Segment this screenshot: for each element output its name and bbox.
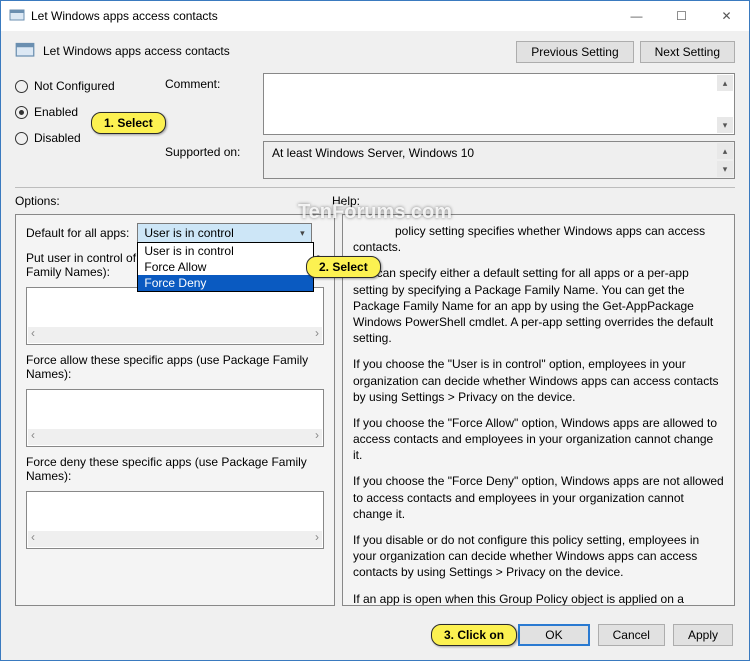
combo-option[interactable]: User is in control <box>138 243 313 259</box>
help-text: If you choose the "Force Allow" option, … <box>353 415 724 464</box>
maximize-button[interactable]: ☐ <box>659 1 704 31</box>
previous-setting-button[interactable]: Previous Setting <box>516 41 633 63</box>
radio-icon <box>15 106 28 119</box>
force-deny-label: Force deny these specific apps (use Pack… <box>26 455 324 483</box>
cancel-button[interactable]: Cancel <box>598 624 665 646</box>
default-label: Default for all apps: <box>26 226 129 240</box>
scrollbar[interactable] <box>28 531 322 547</box>
policy-icon <box>15 41 35 61</box>
callout-1: 1. Select <box>91 112 166 134</box>
help-label: Help: <box>332 194 360 208</box>
radio-label: Not Configured <box>34 79 115 93</box>
scroll-down-icon[interactable]: ▾ <box>717 161 733 177</box>
default-for-all-row: Default for all apps: User is in control… <box>26 223 324 243</box>
policy-title: Let Windows apps access contacts <box>43 44 230 58</box>
scroll-up-icon[interactable]: ▴ <box>717 75 733 91</box>
default-combo[interactable]: User is in control ▾ User is in control … <box>137 223 312 243</box>
supported-label: Supported on: <box>165 141 255 159</box>
help-panel: policy setting specifies whether Windows… <box>342 214 735 606</box>
combo-option[interactable]: Force Deny <box>138 275 313 291</box>
window-title: Let Windows apps access contacts <box>31 9 614 23</box>
scroll-down-icon[interactable]: ▾ <box>717 117 733 133</box>
help-text: If you disable or do not configure this … <box>353 532 724 581</box>
help-text: You can specify either a default setting… <box>353 265 724 346</box>
combo-dropdown: User is in control Force Allow Force Den… <box>137 242 314 292</box>
radio-not-configured[interactable]: Not Configured <box>15 79 155 93</box>
chevron-down-icon: ▾ <box>295 226 309 240</box>
subheader: Let Windows apps access contacts Previou… <box>1 31 749 69</box>
help-text: If an app is open when this Group Policy… <box>353 591 724 606</box>
force-allow-textarea[interactable] <box>26 389 324 447</box>
mid-labels: Options: Help: <box>1 188 749 214</box>
scroll-up-icon[interactable]: ▴ <box>717 143 733 159</box>
help-text: policy setting specifies whether Windows… <box>353 223 724 255</box>
policy-dialog: Let Windows apps access contacts — ☐ ✕ L… <box>0 0 750 661</box>
titlebar-buttons: — ☐ ✕ <box>614 1 749 31</box>
titlebar: Let Windows apps access contacts — ☐ ✕ <box>1 1 749 31</box>
comment-label: Comment: <box>165 73 255 91</box>
scrollbar[interactable] <box>28 429 322 445</box>
user-control-textarea[interactable] <box>26 287 324 345</box>
policy-icon <box>9 8 25 24</box>
apply-button[interactable]: Apply <box>673 624 733 646</box>
help-text: If you choose the "User is in control" o… <box>353 356 724 405</box>
scrollbar[interactable] <box>28 327 322 343</box>
radio-label: Enabled <box>34 105 78 119</box>
combo-option[interactable]: Force Allow <box>138 259 313 275</box>
radio-label: Disabled <box>34 131 81 145</box>
supported-on-box: At least Windows Server, Windows 10 ▴ ▾ <box>263 141 735 179</box>
options-label: Options: <box>15 194 332 208</box>
radio-icon <box>15 132 28 145</box>
next-setting-button[interactable]: Next Setting <box>640 41 735 63</box>
footer: OK Cancel Apply <box>1 614 749 660</box>
options-panel: Default for all apps: User is in control… <box>15 214 335 606</box>
minimize-button[interactable]: — <box>614 1 659 31</box>
callout-3: 3. Click on <box>431 624 517 646</box>
callout-2: 2. Select <box>306 256 381 278</box>
combo-selected: User is in control <box>138 224 311 242</box>
ok-button[interactable]: OK <box>518 624 589 646</box>
help-text: If you choose the "Force Deny" option, W… <box>353 473 724 522</box>
supported-on-value: At least Windows Server, Windows 10 <box>272 146 474 160</box>
close-button[interactable]: ✕ <box>704 1 749 31</box>
comment-textarea[interactable]: ▴ ▾ <box>263 73 735 135</box>
force-allow-label: Force allow these specific apps (use Pac… <box>26 353 324 381</box>
force-deny-textarea[interactable] <box>26 491 324 549</box>
radio-icon <box>15 80 28 93</box>
